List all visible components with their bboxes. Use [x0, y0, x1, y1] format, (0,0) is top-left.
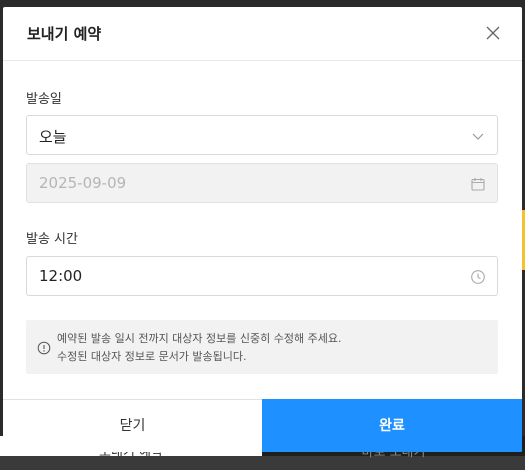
- info-icon: [37, 340, 51, 355]
- modal-header: 보내기 예약: [3, 7, 522, 61]
- clock-icon[interactable]: [470, 269, 486, 285]
- close-icon[interactable]: [484, 24, 502, 42]
- chevron-down-icon: [470, 128, 486, 144]
- notice-text-line2: 수정된 대상자 정보로 문서가 발송됩니다.: [57, 350, 247, 363]
- notice-box: 예약된 발송 일시 전까지 대상자 정보를 신중히 수정해 주세요. 수정된 대…: [26, 320, 498, 374]
- send-time-value: 12:00: [39, 267, 83, 285]
- calendar-icon: [470, 176, 486, 192]
- notice-text-line1: 예약된 발송 일시 전까지 대상자 정보를 신중히 수정해 주세요.: [57, 332, 342, 345]
- date-input-value: 2025-09-09: [39, 174, 127, 192]
- send-date-select[interactable]: 오늘: [26, 115, 498, 155]
- send-date-label: 발송일: [26, 92, 62, 107]
- send-time-input[interactable]: 12:00: [26, 256, 498, 296]
- date-input: 2025-09-09: [26, 163, 498, 203]
- send-date-select-value: 오늘: [39, 128, 67, 146]
- done-button[interactable]: 완료: [262, 399, 522, 452]
- schedule-send-modal: 보내기 예약 발송일 오늘 2025-09-09 발송 시간 12:00 예약된…: [3, 7, 522, 452]
- send-time-label: 발송 시간: [26, 232, 78, 247]
- close-button[interactable]: 닫기: [3, 400, 262, 452]
- modal-title: 보내기 예약: [27, 25, 102, 43]
- modal-footer: 닫기 완료: [3, 399, 522, 452]
